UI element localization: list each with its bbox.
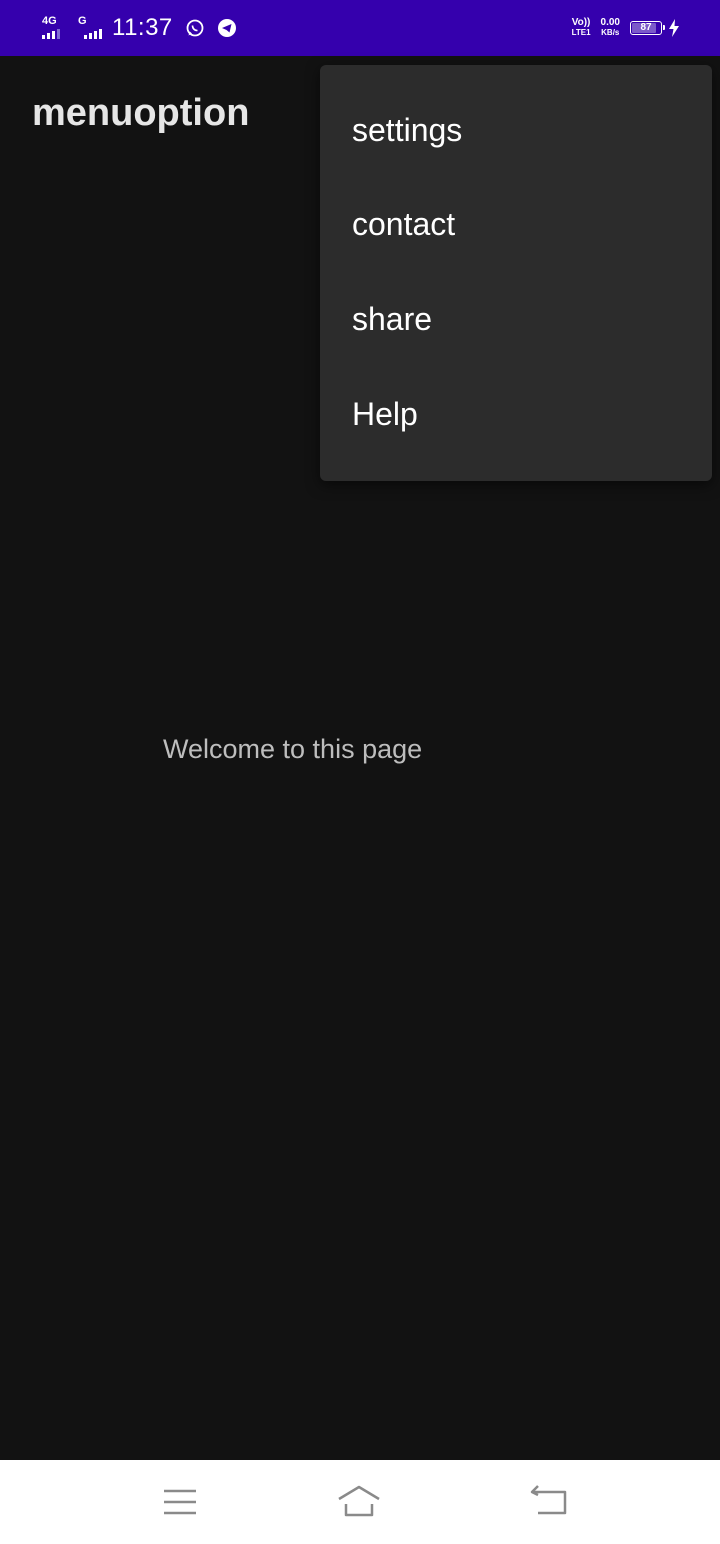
welcome-message: Welcome to this page	[163, 734, 423, 764]
battery-level: 87	[640, 22, 652, 33]
home-icon	[338, 1485, 380, 1517]
menu-item-settings[interactable]: settings	[320, 83, 712, 177]
back-icon	[530, 1485, 567, 1515]
status-right: Vo)) LTE1 0.00 KB/s 87	[572, 15, 680, 41]
volte-bottom-label: LTE1	[571, 28, 591, 37]
volte-indicator: Vo)) LTE1	[572, 18, 591, 38]
menu-icon	[164, 1489, 196, 1515]
speed-unit: KB/s	[601, 28, 620, 37]
menu-item-share[interactable]: share	[320, 271, 712, 367]
menu-item-help[interactable]: Help	[320, 366, 712, 462]
menu-item-contact[interactable]: contact	[320, 176, 712, 272]
status-bar: 4G G 11:37 Vo)) LTE1 0.00 KB/s 87	[0, 0, 720, 56]
battery-icon: 87	[630, 21, 665, 35]
sim1-network-label: 4G	[42, 15, 57, 27]
clock: 11:37	[112, 14, 173, 41]
back-button[interactable]	[526, 1482, 570, 1522]
recent-apps-button[interactable]	[158, 1482, 202, 1522]
network-speed: 0.00 KB/s	[601, 18, 620, 38]
status-left: 4G G 11:37	[40, 14, 237, 42]
telegram-icon	[217, 19, 236, 37]
overflow-menu: settings contact share Help	[320, 65, 712, 481]
sim2-signal-icon: G	[74, 14, 112, 42]
speed-value: 0.00	[600, 17, 620, 28]
sim2-network-label: G	[78, 15, 87, 27]
navigation-bar	[0, 1460, 720, 1544]
whatsapp-icon	[186, 19, 204, 37]
volte-top-label: Vo))	[571, 17, 591, 28]
home-button[interactable]	[337, 1482, 381, 1522]
charging-bolt-icon	[669, 19, 679, 37]
app-title: menuoption	[32, 92, 250, 134]
sim1-signal-icon: 4G	[40, 14, 74, 42]
